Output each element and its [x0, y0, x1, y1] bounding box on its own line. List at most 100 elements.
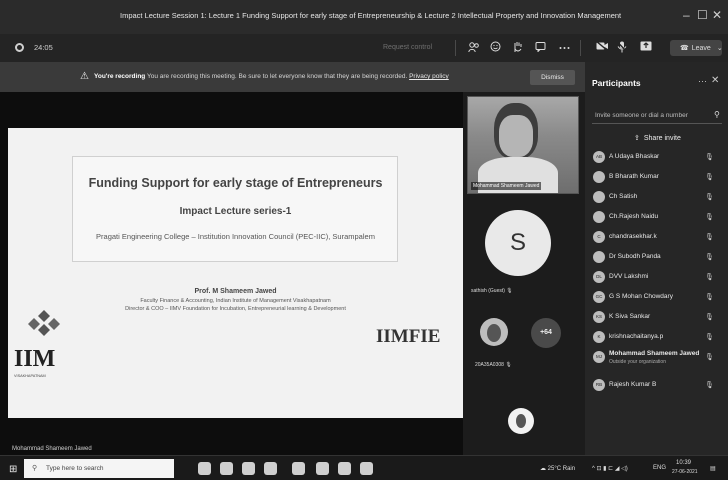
phone-icon: ☎	[680, 45, 689, 52]
panel-close-icon[interactable]: ✕	[711, 75, 719, 86]
recording-banner: ⚠ You're recording You are recording thi…	[0, 62, 585, 92]
mic-off-icon[interactable]	[616, 41, 628, 56]
raise-hand-icon[interactable]	[513, 41, 523, 56]
more-options-icon[interactable]	[559, 41, 570, 53]
small-avatar-name: 20A35A0308	[475, 362, 504, 368]
language-indicator[interactable]: ENG	[653, 465, 666, 471]
list-item[interactable]: DL DVV Lakshmi 🎙	[585, 268, 728, 288]
calculator-icon[interactable]	[220, 462, 233, 475]
list-item[interactable]: GC G S Mohan Chowdary 🎙	[585, 288, 728, 308]
participant-name: krishnachaitanya.p	[609, 333, 664, 340]
invite-search-input[interactable]: Invite someone or dial a number ⚲	[592, 107, 722, 124]
media-icon[interactable]	[338, 462, 351, 475]
mic-off-icon: 🎙	[705, 234, 714, 241]
participants-panel: Participants ··· ✕ Invite someone or dia…	[585, 62, 728, 455]
recording-label: You're recording	[94, 73, 146, 80]
participant-name: Ch Satish	[609, 193, 638, 200]
slide-title: Funding Support for early stage of Entre…	[88, 176, 383, 190]
avatar: DL	[593, 271, 605, 283]
mic-off-icon: 🎙	[705, 214, 714, 221]
notifications-icon[interactable]: ▤	[710, 465, 716, 472]
presentation-slide: Funding Support for early stage of Entre…	[8, 128, 463, 418]
chat-icon[interactable]	[535, 41, 546, 55]
reactions-icon[interactable]	[490, 41, 501, 55]
video-tiles: Mohammad Shameem Jawed S sathish (Guest)…	[463, 92, 585, 455]
participant-avatar-small-2[interactable]	[508, 408, 534, 434]
more-participants-button[interactable]: +64	[531, 318, 561, 348]
mic-off-icon: 🎙	[705, 314, 714, 321]
mic-off-icon: 🎙	[705, 294, 714, 301]
store-icon[interactable]	[242, 462, 255, 475]
slide-affiliation-2: Director & COO – IIMV Foundation for Inc…	[125, 306, 346, 312]
minimize-button[interactable]: –	[683, 8, 690, 22]
mic-off-icon: 🎙	[705, 174, 714, 181]
task-view-icon[interactable]	[198, 462, 211, 475]
close-window-button[interactable]: ✕	[712, 8, 722, 22]
slide-affiliation-1: Faculty Finance & Accounting, Indian Ins…	[140, 298, 331, 304]
avatar: KS	[593, 311, 605, 323]
leave-button[interactable]: ☎ Leave ⌄	[670, 40, 723, 56]
toolbar-divider	[455, 40, 456, 56]
system-tray-icons[interactable]: ^ ⊡ ▮ ⊏ ◢ ◁)	[592, 465, 628, 472]
search-icon[interactable]: ⚲	[714, 110, 720, 119]
panel-more-icon[interactable]: ···	[698, 76, 707, 86]
avatar: C	[593, 231, 605, 243]
video-tile-name: Mohammad Shameem Jawed	[471, 182, 542, 190]
participants-header: Participants	[592, 78, 641, 88]
dismiss-button[interactable]: Dismiss	[530, 70, 575, 85]
share-screen-icon[interactable]	[640, 41, 652, 54]
recording-icon	[15, 43, 24, 52]
participant-avatar-label: sathish (Guest) 🎙	[471, 288, 513, 294]
chevron-down-icon[interactable]: ⌄	[717, 45, 723, 52]
maximize-button[interactable]: ☐	[697, 8, 708, 22]
mic-off-icon: 🎙	[505, 362, 512, 368]
camera-off-icon[interactable]	[595, 40, 609, 54]
leave-label: Leave	[691, 45, 711, 52]
windows-taskbar: ⊞ ⚲ Type here to search ☁ 25°C Rain ^ ⊡ …	[0, 455, 728, 480]
iimfie-logo-text: IIMFIE	[376, 326, 441, 347]
list-item[interactable]: Kkrishnachaitanya.p 🎙	[585, 328, 728, 348]
taskbar-search-input[interactable]: ⚲ Type here to search	[24, 459, 174, 478]
list-item[interactable]: AB A Udaya Bhaskar 🎙	[585, 148, 728, 168]
meeting-toolbar: 24:05 Request control	[0, 34, 585, 62]
list-item[interactable]: KS K Siva Sankar 🎙	[585, 308, 728, 328]
share-invite-button[interactable]: ⇪ Share invite	[634, 134, 681, 142]
privacy-policy-link[interactable]: Privacy policy	[409, 73, 449, 80]
avatar	[593, 191, 605, 203]
list-item[interactable]: Ch Satish 🎙	[585, 188, 728, 208]
mic-off-icon: 🎙	[705, 194, 714, 201]
app-icon[interactable]	[360, 462, 373, 475]
clock-time[interactable]: 10:39	[676, 460, 691, 466]
weather-status[interactable]: ☁ 25°C Rain	[540, 465, 575, 472]
mail-icon[interactable]	[264, 462, 277, 475]
clock-date[interactable]: 27-06-2021	[672, 469, 698, 475]
avatar	[593, 171, 605, 183]
list-item[interactable]: B Bharath Kumar 🎙	[585, 168, 728, 188]
person-silhouette-icon	[487, 324, 501, 342]
list-item[interactable]: Dr Subodh Panda 🎙	[585, 248, 728, 268]
avatar: GC	[593, 291, 605, 303]
request-control-button[interactable]: Request control	[383, 44, 432, 51]
participant-avatar-small[interactable]	[480, 318, 508, 346]
mic-off-icon: 🎙	[705, 334, 714, 341]
list-item[interactable]: RB Rajesh Kumar B 🎙	[585, 376, 728, 396]
person-silhouette-icon	[516, 414, 526, 428]
avatar: MJ	[593, 351, 605, 363]
presenter-name-label: Mohammad Shameem Jawed	[12, 446, 92, 452]
list-item[interactable]: Ch.Rajesh Naidu 🎙	[585, 208, 728, 228]
presenter-video-tile[interactable]: Mohammad Shameem Jawed	[467, 96, 579, 194]
participants-icon[interactable]	[468, 41, 480, 56]
avatar	[593, 211, 605, 223]
list-item[interactable]: MJ Mohammad Shameem Jawed Outside your org…	[585, 348, 728, 374]
chrome-icon[interactable]	[292, 462, 305, 475]
search-icon: ⚲	[32, 465, 38, 472]
iim-logo-text: IIM	[14, 346, 56, 372]
teams-icon[interactable]	[316, 462, 329, 475]
iim-logo: IIM VISAKHAPATNAM	[14, 310, 74, 380]
slide-college: Pragati Engineering College – Institutio…	[96, 232, 375, 241]
list-item[interactable]: Cchandrasekhar.k 🎙	[585, 228, 728, 248]
participant-avatar-large[interactable]: S	[485, 210, 551, 276]
windows-start-icon[interactable]: ⊞	[9, 464, 17, 475]
cloud-rain-icon: ☁	[540, 466, 546, 472]
avatar	[593, 251, 605, 263]
